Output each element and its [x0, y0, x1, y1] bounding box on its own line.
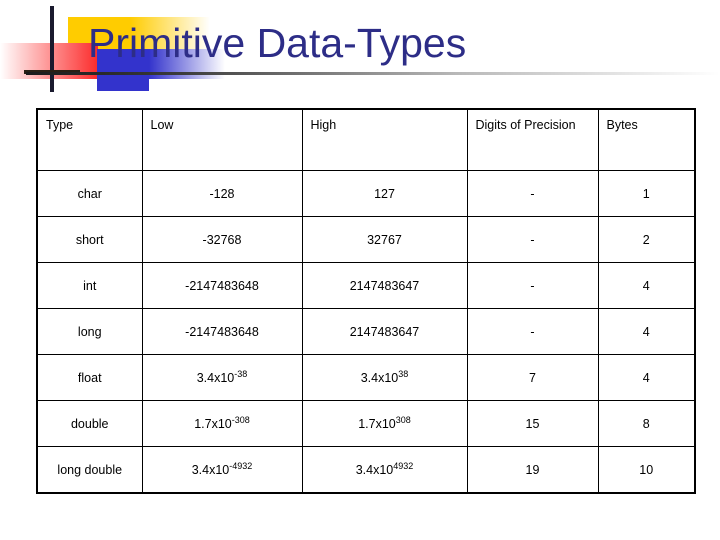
cell-digits: 19 — [466, 446, 599, 494]
column-header-bytes: Bytes — [597, 108, 696, 171]
cell-low: -32768 — [141, 216, 303, 263]
cell-bytes: 4 — [597, 308, 696, 355]
column-header-low: Low — [141, 108, 303, 171]
cell-low-exponent: -4932 — [229, 460, 253, 471]
cell-bytes: 4 — [597, 262, 696, 309]
cell-low-mantissa: 3.4x10 — [191, 462, 230, 477]
column-header-digits: Digits of Precision — [466, 108, 599, 171]
column-header-type: Type — [36, 108, 143, 171]
cell-digits: 15 — [466, 400, 599, 447]
cell-low-mantissa: -2147483648 — [185, 324, 259, 339]
cell-bytes: 8 — [597, 400, 696, 447]
data-types-table-container: Type Low High Digits of Precision Bytes … — [36, 108, 696, 494]
cell-low: -2147483648 — [141, 262, 303, 309]
cell-low: 3.4x10-4932 — [141, 446, 303, 494]
cell-type: long double — [36, 446, 143, 494]
cell-high: 127 — [301, 170, 468, 217]
cell-high-mantissa: 3.4x10 — [360, 370, 399, 385]
column-header-high: High — [301, 108, 468, 171]
cell-high-mantissa: 3.4x10 — [355, 462, 394, 477]
cell-low: 1.7x10-308 — [141, 400, 303, 447]
cell-bytes: 1 — [597, 170, 696, 217]
cell-type: double — [36, 400, 143, 447]
cell-type: long — [36, 308, 143, 355]
cell-high-mantissa: 1.7x10 — [358, 416, 396, 431]
cell-type: int — [36, 262, 143, 309]
cell-low-exponent: -308 — [231, 414, 250, 425]
cell-type: char — [36, 170, 143, 217]
table-row: float 3.4x10-38 3.4x1038 7 4 — [36, 354, 696, 401]
cell-low: -128 — [141, 170, 303, 217]
cell-high: 1.7x10308 — [301, 400, 468, 447]
cell-high-exponent: 4932 — [393, 460, 414, 471]
data-types-table: Type Low High Digits of Precision Bytes … — [36, 108, 696, 494]
cell-high: 3.4x104932 — [301, 446, 468, 494]
cell-bytes: 10 — [597, 446, 696, 494]
table-body: char -128 127-1 short -32768 32767-2 int -21474… — [36, 170, 696, 494]
cell-digits: - — [466, 262, 599, 309]
cell-high: 2147483647 — [301, 262, 468, 309]
page-title: Primitive Data-Types — [88, 20, 467, 66]
cell-digits: 7 — [466, 354, 599, 401]
cell-digits: - — [466, 170, 599, 217]
table-row: int -2147483648 2147483647 -4 — [36, 262, 696, 309]
cell-high-mantissa: 127 — [374, 186, 395, 201]
cell-type: float — [36, 354, 143, 401]
table-header-row: Type Low High Digits of Precision Bytes — [36, 108, 696, 171]
cell-low-mantissa: 1.7x10 — [194, 416, 232, 431]
cell-low-mantissa: -128 — [209, 186, 235, 201]
cell-low-exponent: -38 — [234, 368, 248, 379]
title-divider — [26, 72, 720, 75]
cell-bytes: 4 — [597, 354, 696, 401]
table-row: double 1.7x10-308 1.7x10308 15 8 — [36, 400, 696, 447]
cell-high-exponent: 38 — [398, 368, 409, 379]
table-row: long double 3.4x10-4932 3.4x104932 19 10 — [36, 446, 696, 494]
cell-low: 3.4x10-38 — [141, 354, 303, 401]
cell-type: short — [36, 216, 143, 263]
cell-digits: - — [466, 216, 599, 263]
cell-high: 2147483647 — [301, 308, 468, 355]
table-row: short -32768 32767 -2 — [36, 216, 696, 263]
cell-digits: - — [466, 308, 599, 355]
cell-low-mantissa: -32768 — [202, 232, 242, 247]
cell-high-mantissa: 2147483647 — [349, 324, 420, 339]
cell-high-mantissa: 2147483647 — [349, 278, 420, 293]
cell-bytes: 2 — [597, 216, 696, 263]
table-row: long -2147483648 2147483647 -4 — [36, 308, 696, 355]
cell-low-mantissa: 3.4x10 — [196, 370, 235, 385]
cell-high: 3.4x1038 — [301, 354, 468, 401]
cell-low: -2147483648 — [141, 308, 303, 355]
cell-high-exponent: 308 — [395, 414, 411, 425]
cell-low-mantissa: -2147483648 — [185, 278, 259, 293]
decor-vertical-line — [50, 6, 54, 92]
cell-high: 32767 — [301, 216, 468, 263]
table-row: char -128 127 -1 — [36, 170, 696, 217]
cell-high-mantissa: 32767 — [367, 232, 402, 247]
